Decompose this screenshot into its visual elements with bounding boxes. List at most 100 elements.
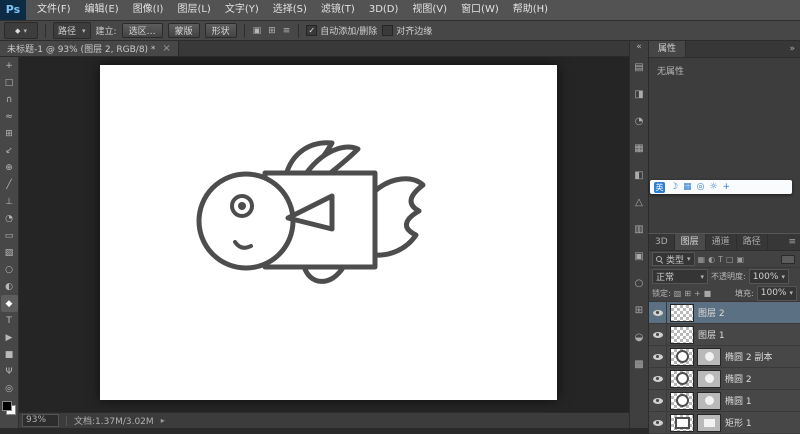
brush-tool[interactable]: ╱ xyxy=(1,176,18,193)
layer-row[interactable]: 椭圆 1 xyxy=(649,390,800,412)
layer-thumbnail[interactable] xyxy=(670,413,694,432)
menu-image[interactable]: 图像(I) xyxy=(126,0,171,20)
ime-skin-icon[interactable]: ☼ xyxy=(709,180,717,194)
expand-panels-icon[interactable]: « xyxy=(636,41,642,54)
hand-tool[interactable]: Ψ xyxy=(1,363,18,380)
type-tool[interactable]: T xyxy=(1,312,18,329)
layer-thumbnail[interactable] xyxy=(670,391,694,410)
layer-name[interactable]: 矩形 1 xyxy=(725,416,752,429)
make-selection-button[interactable]: 选区… xyxy=(121,23,163,38)
vector-mask-thumbnail[interactable] xyxy=(697,369,721,388)
menu-file[interactable]: 文件(F) xyxy=(30,0,78,20)
menu-edit[interactable]: 编辑(E) xyxy=(78,0,126,20)
panel-icon-12[interactable]: ▩ xyxy=(630,351,648,378)
filter-kind-select[interactable]: 类型 ▾ xyxy=(652,252,695,266)
panel-icon-6[interactable]: △ xyxy=(630,189,648,216)
tab-layers[interactable]: 图层 xyxy=(674,234,706,250)
blend-mode-select[interactable]: 正常 ▾ xyxy=(652,269,708,284)
menu-filter[interactable]: 滤镜(T) xyxy=(314,0,362,20)
dodge-tool[interactable]: ◐ xyxy=(1,278,18,295)
panel-icon-10[interactable]: ⊞ xyxy=(630,297,648,324)
vector-mask-thumbnail[interactable] xyxy=(697,347,721,366)
panel-icon-7[interactable]: ▥ xyxy=(630,216,648,243)
panel-icon-9[interactable]: ○ xyxy=(630,270,648,297)
collapse-panel-icon[interactable]: » xyxy=(789,44,800,54)
panel-icon-3[interactable]: ◔ xyxy=(630,108,648,135)
path-alignment-icon[interactable]: ⊞ xyxy=(267,26,277,36)
layer-row[interactable]: 图层 1 xyxy=(649,324,800,346)
document-canvas[interactable] xyxy=(100,65,557,400)
gradient-tool[interactable]: ▨ xyxy=(1,244,18,261)
filter-adjustment-icon[interactable]: ◐ xyxy=(708,255,715,264)
lock-pixels-icon[interactable]: ⊞ xyxy=(684,289,691,298)
canvas-area[interactable] xyxy=(19,56,629,412)
tab-properties[interactable]: 属性 xyxy=(649,41,687,57)
blur-tool[interactable]: ○ xyxy=(1,261,18,278)
opacity-select[interactable]: 100% ▾ xyxy=(748,269,789,284)
layer-visibility-toggle[interactable] xyxy=(649,412,667,433)
filter-shape-icon[interactable]: □ xyxy=(726,255,734,264)
menu-view[interactable]: 视图(V) xyxy=(405,0,454,20)
path-selection-tool[interactable]: ▶ xyxy=(1,329,18,346)
layer-visibility-toggle[interactable] xyxy=(649,324,667,345)
layer-row[interactable]: 椭圆 2 xyxy=(649,368,800,390)
crop-tool[interactable]: ⊞ xyxy=(1,125,18,142)
layer-thumbnail[interactable] xyxy=(670,369,694,388)
align-edges-checkbox[interactable]: 对齐边缘 xyxy=(382,24,432,37)
layer-visibility-toggle[interactable] xyxy=(649,302,667,323)
layer-name[interactable]: 图层 2 xyxy=(698,306,725,319)
marquee-tool[interactable]: □ xyxy=(1,74,18,91)
clone-stamp-tool[interactable]: ⊥ xyxy=(1,193,18,210)
layer-name[interactable]: 椭圆 1 xyxy=(725,394,752,407)
layer-thumbnail[interactable] xyxy=(670,347,694,366)
layer-name[interactable]: 椭圆 2 xyxy=(725,372,752,385)
layer-row[interactable]: 矩形 1 xyxy=(649,412,800,434)
pen-tool[interactable]: ◆ xyxy=(0,295,18,312)
panel-menu-icon[interactable]: ≡ xyxy=(784,234,800,250)
path-arrangement-icon[interactable]: ≡ xyxy=(282,26,292,36)
menu-select[interactable]: 选择(S) xyxy=(266,0,314,20)
history-brush-tool[interactable]: ◔ xyxy=(1,210,18,227)
tool-mode-select[interactable]: 路径 ▾ xyxy=(53,22,91,39)
vector-mask-thumbnail[interactable] xyxy=(697,413,721,432)
ime-moon-icon[interactable]: ☽ xyxy=(670,180,678,194)
ime-emoji-icon[interactable]: ◎ xyxy=(697,180,705,194)
foreground-color-swatch[interactable] xyxy=(2,401,12,411)
close-tab-icon[interactable]: × xyxy=(162,43,170,54)
make-shape-button[interactable]: 形状 xyxy=(204,23,237,38)
layer-visibility-toggle[interactable] xyxy=(649,368,667,389)
vector-mask-thumbnail[interactable] xyxy=(697,391,721,410)
panel-icon-4[interactable]: ▦ xyxy=(630,135,648,162)
eraser-tool[interactable]: ▭ xyxy=(1,227,18,244)
path-operations-icon[interactable]: ▣ xyxy=(252,26,263,36)
panel-icon-5[interactable]: ◧ xyxy=(630,162,648,189)
auto-add-delete-checkbox[interactable]: ✓ 自动添加/删除 xyxy=(306,24,377,37)
rectangle-tool[interactable]: ■ xyxy=(1,346,18,363)
tab-paths[interactable]: 路径 xyxy=(737,234,768,250)
move-tool[interactable]: + xyxy=(1,57,18,74)
menu-window[interactable]: 窗口(W) xyxy=(454,0,506,20)
panel-icon-1[interactable]: ▤ xyxy=(630,54,648,81)
layer-row[interactable]: 图层 2 xyxy=(649,302,800,324)
ime-tools-icon[interactable]: + xyxy=(723,180,731,194)
panel-icon-11[interactable]: ◒ xyxy=(630,324,648,351)
panel-icon-2[interactable]: ◨ xyxy=(630,81,648,108)
lock-all-icon[interactable]: ■ xyxy=(704,289,712,298)
zoom-level-field[interactable]: 93% xyxy=(22,414,59,427)
tool-preset-dropdown[interactable]: ◆ ▾ xyxy=(4,22,38,39)
lock-position-icon[interactable]: + xyxy=(694,289,701,298)
document-tab[interactable]: 未标题-1 @ 93% (图层 2, RGB/8) * × xyxy=(0,41,179,56)
zoom-tool[interactable]: ◎ xyxy=(1,380,18,397)
ime-language-icon[interactable]: 英 xyxy=(654,181,665,193)
menu-layer[interactable]: 图层(L) xyxy=(170,0,217,20)
filter-pixel-icon[interactable]: ▦ xyxy=(698,255,706,264)
tab-channels[interactable]: 通道 xyxy=(706,234,737,250)
panel-icon-8[interactable]: ▣ xyxy=(630,243,648,270)
filter-smart-object-icon[interactable]: ▣ xyxy=(737,255,745,264)
menu-type[interactable]: 文字(Y) xyxy=(218,0,266,20)
layer-row[interactable]: 椭圆 2 副本 xyxy=(649,346,800,368)
status-menu-arrow-icon[interactable]: ▸ xyxy=(161,416,165,425)
color-swatches[interactable] xyxy=(2,401,16,415)
layer-name[interactable]: 图层 1 xyxy=(698,328,725,341)
filter-toggle-switch[interactable] xyxy=(781,254,795,264)
